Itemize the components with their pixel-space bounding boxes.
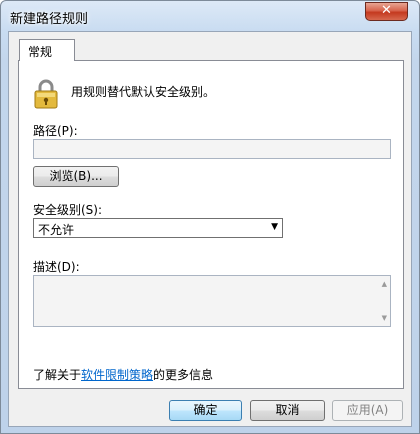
tab-general-label: 常规	[28, 45, 53, 59]
dialog-window: 新建路径规则 ✕ 常规 用规则替代默认安全级别。 路径(P): 浏览(B)...…	[0, 0, 420, 434]
chevron-down-icon: ▼	[271, 222, 278, 232]
description-label: 描述(D):	[33, 260, 80, 274]
learn-more-line: 了解关于软件限制策略的更多信息	[33, 366, 213, 383]
path-label: 路径(P):	[33, 124, 78, 138]
browse-button[interactable]: 浏览(B)...	[33, 166, 119, 187]
learn-more-prefix: 了解关于	[33, 368, 82, 382]
tab-general[interactable]: 常规	[19, 39, 75, 61]
lock-icon	[34, 79, 58, 109]
ok-button[interactable]: 确定	[169, 400, 242, 421]
dialog-client-area: 常规 用规则替代默认安全级别。 路径(P): 浏览(B)... 安全级别(S):…	[8, 31, 412, 427]
close-button[interactable]: ✕	[365, 2, 408, 21]
learn-more-suffix: 的更多信息	[153, 368, 214, 382]
window-title: 新建路径规则	[10, 12, 89, 27]
rule-description-text: 用规则替代默认安全级别。	[71, 85, 216, 99]
security-level-dropdown[interactable]: 不允许 ▼	[33, 218, 283, 238]
scroll-down-icon[interactable]: ▼	[382, 314, 387, 322]
path-input[interactable]	[33, 139, 391, 159]
close-icon: ✕	[381, 3, 392, 18]
security-level-label: 安全级别(S):	[33, 203, 103, 217]
general-tab-panel: 用规则替代默认安全级别。 路径(P): 浏览(B)... 安全级别(S): 不允…	[18, 60, 404, 389]
title-bar[interactable]: 新建路径规则 ✕	[1, 1, 419, 31]
software-restriction-policy-link[interactable]: 软件限制策略	[81, 368, 153, 382]
scroll-up-icon[interactable]: ▲	[382, 280, 387, 288]
security-level-value: 不允许	[38, 223, 75, 237]
apply-button[interactable]: 应用(A)	[332, 400, 403, 421]
cancel-button[interactable]: 取消	[250, 400, 325, 421]
description-textarea[interactable]: ▲ ▼	[33, 275, 391, 327]
